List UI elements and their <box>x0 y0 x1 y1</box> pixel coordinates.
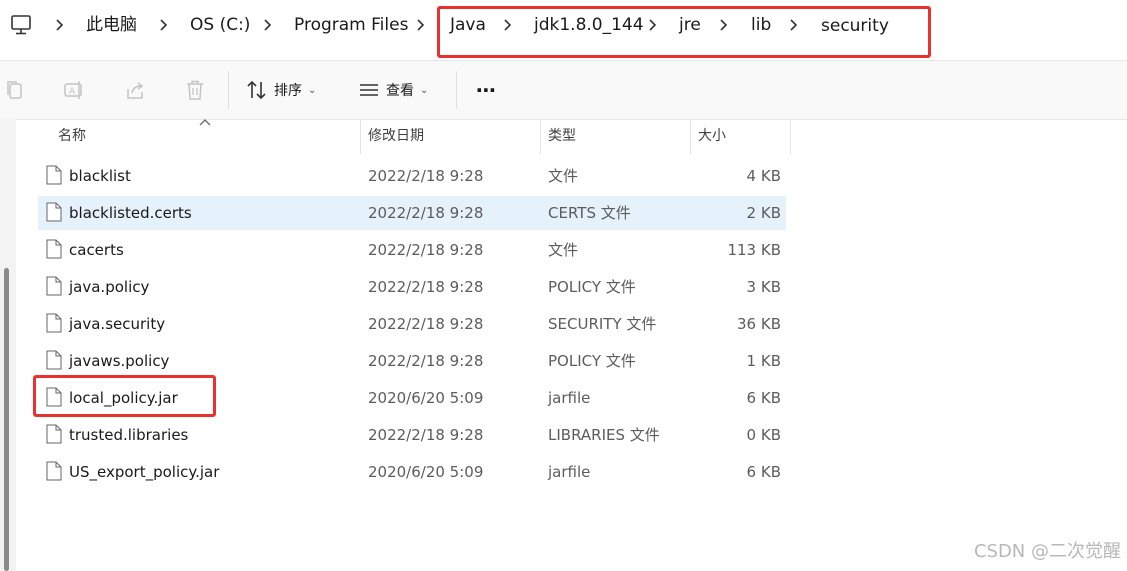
address-bar[interactable]: 此电脑 OS (C:) Program Files Java jdk1.8.0_… <box>0 0 1127 58</box>
chevron-right-icon <box>264 19 272 31</box>
toolbar-separator <box>228 71 229 109</box>
file-icon <box>46 313 62 333</box>
file-row[interactable]: US_export_policy.jar 2020/6/20 5:09 jarf… <box>38 455 786 489</box>
file-icon <box>46 276 62 296</box>
toolbar-separator <box>456 71 457 109</box>
file-date: 2022/2/18 9:28 <box>368 204 484 222</box>
file-type: POLICY 文件 <box>548 352 636 370</box>
file-highlight-box <box>33 375 216 417</box>
file-type: 文件 <box>548 241 579 259</box>
file-name: blacklist <box>69 167 131 185</box>
file-size: 1 KB <box>746 352 781 370</box>
file-icon <box>46 202 62 222</box>
file-row[interactable]: javaws.policy 2022/2/18 9:28 POLICY 文件 1… <box>38 344 786 378</box>
chevron-right-icon <box>417 19 425 31</box>
file-size: 4 KB <box>746 167 781 185</box>
path-highlight-box <box>437 6 931 58</box>
computer-icon[interactable] <box>10 14 34 36</box>
file-name: US_export_policy.jar <box>69 463 220 481</box>
svg-text:A: A <box>69 87 76 97</box>
rename-icon[interactable]: A <box>63 79 85 101</box>
file-icon <box>46 350 62 370</box>
navigation-scrollbar[interactable] <box>4 268 9 571</box>
file-size: 6 KB <box>746 463 781 481</box>
watermark: CSDN @二次觉醒 <box>973 541 1121 562</box>
file-size: 36 KB <box>737 315 781 333</box>
chevron-right-icon <box>160 19 168 31</box>
file-date: 2020/6/20 5:09 <box>368 463 484 481</box>
column-header-name[interactable]: 名称 <box>58 122 86 152</box>
file-type: POLICY 文件 <box>548 278 636 296</box>
file-icon <box>46 239 62 259</box>
delete-icon[interactable] <box>184 79 206 101</box>
file-size: 2 KB <box>746 204 781 222</box>
command-bar: A 排序 ⌄ 查看 ⌄ ⋯ <box>0 60 1127 120</box>
file-type: SECURITY 文件 <box>548 315 657 333</box>
copy-icon[interactable] <box>4 79 26 101</box>
file-date: 2020/6/20 5:09 <box>368 389 484 407</box>
file-date: 2022/2/18 9:28 <box>368 278 484 296</box>
view-button[interactable]: 查看 ⌄ <box>358 77 428 103</box>
file-row[interactable]: java.policy 2022/2/18 9:28 POLICY 文件 3 K… <box>38 270 786 304</box>
sort-icon <box>247 80 266 100</box>
file-name: java.policy <box>69 278 150 296</box>
file-date: 2022/2/18 9:28 <box>368 426 484 444</box>
sort-label: 排序 <box>274 83 302 99</box>
share-icon[interactable] <box>124 79 146 101</box>
file-size: 113 KB <box>727 241 781 259</box>
breadcrumb-drive-c[interactable]: OS (C:) <box>190 14 250 36</box>
file-row[interactable]: java.security 2022/2/18 9:28 SECURITY 文件… <box>38 307 786 341</box>
file-name: java.security <box>69 315 166 333</box>
file-size: 0 KB <box>746 426 781 444</box>
breadcrumb-program-files[interactable]: Program Files <box>294 14 408 36</box>
file-icon <box>46 461 62 481</box>
chevron-down-icon: ⌄ <box>420 84 429 96</box>
file-date: 2022/2/18 9:28 <box>368 315 484 333</box>
view-label: 查看 <box>386 83 414 99</box>
more-options-button[interactable]: ⋯ <box>476 77 496 103</box>
file-date: 2022/2/18 9:28 <box>368 241 484 259</box>
file-date: 2022/2/18 9:28 <box>368 167 484 185</box>
file-name: cacerts <box>69 241 124 259</box>
column-divider[interactable] <box>790 120 791 154</box>
column-divider[interactable] <box>690 120 691 154</box>
file-name: blacklisted.certs <box>69 204 192 222</box>
file-type: jarfile <box>548 463 591 481</box>
breadcrumb-this-pc[interactable]: 此电脑 <box>86 14 137 36</box>
file-size: 3 KB <box>746 278 781 296</box>
file-icon <box>46 165 62 185</box>
file-row[interactable]: blacklist 2022/2/18 9:28 文件 4 KB <box>38 159 786 193</box>
column-header-size[interactable]: 大小 <box>698 122 726 152</box>
chevron-right-icon <box>56 19 64 31</box>
column-header-type[interactable]: 类型 <box>548 122 576 152</box>
sort-button[interactable]: 排序 ⌄ <box>246 77 316 103</box>
file-type: jarfile <box>548 389 591 407</box>
chevron-down-icon: ⌄ <box>308 84 317 96</box>
file-type: LIBRARIES 文件 <box>548 426 660 444</box>
column-header-date[interactable]: 修改日期 <box>368 122 424 152</box>
file-date: 2022/2/18 9:28 <box>368 352 484 370</box>
file-row[interactable]: cacerts 2022/2/18 9:28 文件 113 KB <box>38 233 786 267</box>
column-divider[interactable] <box>360 120 361 154</box>
file-size: 6 KB <box>746 389 781 407</box>
file-icon <box>46 424 62 444</box>
column-divider[interactable] <box>540 120 541 154</box>
file-row-selected[interactable]: blacklisted.certs 2022/2/18 9:28 CERTS 文… <box>38 196 786 230</box>
file-name: javaws.policy <box>69 352 170 370</box>
file-name: trusted.libraries <box>69 426 189 444</box>
view-icon <box>360 84 378 96</box>
file-type: 文件 <box>548 167 579 185</box>
file-type: CERTS 文件 <box>548 204 631 222</box>
file-row[interactable]: trusted.libraries 2022/2/18 9:28 LIBRARI… <box>38 418 786 452</box>
sort-ascending-icon <box>199 119 211 126</box>
